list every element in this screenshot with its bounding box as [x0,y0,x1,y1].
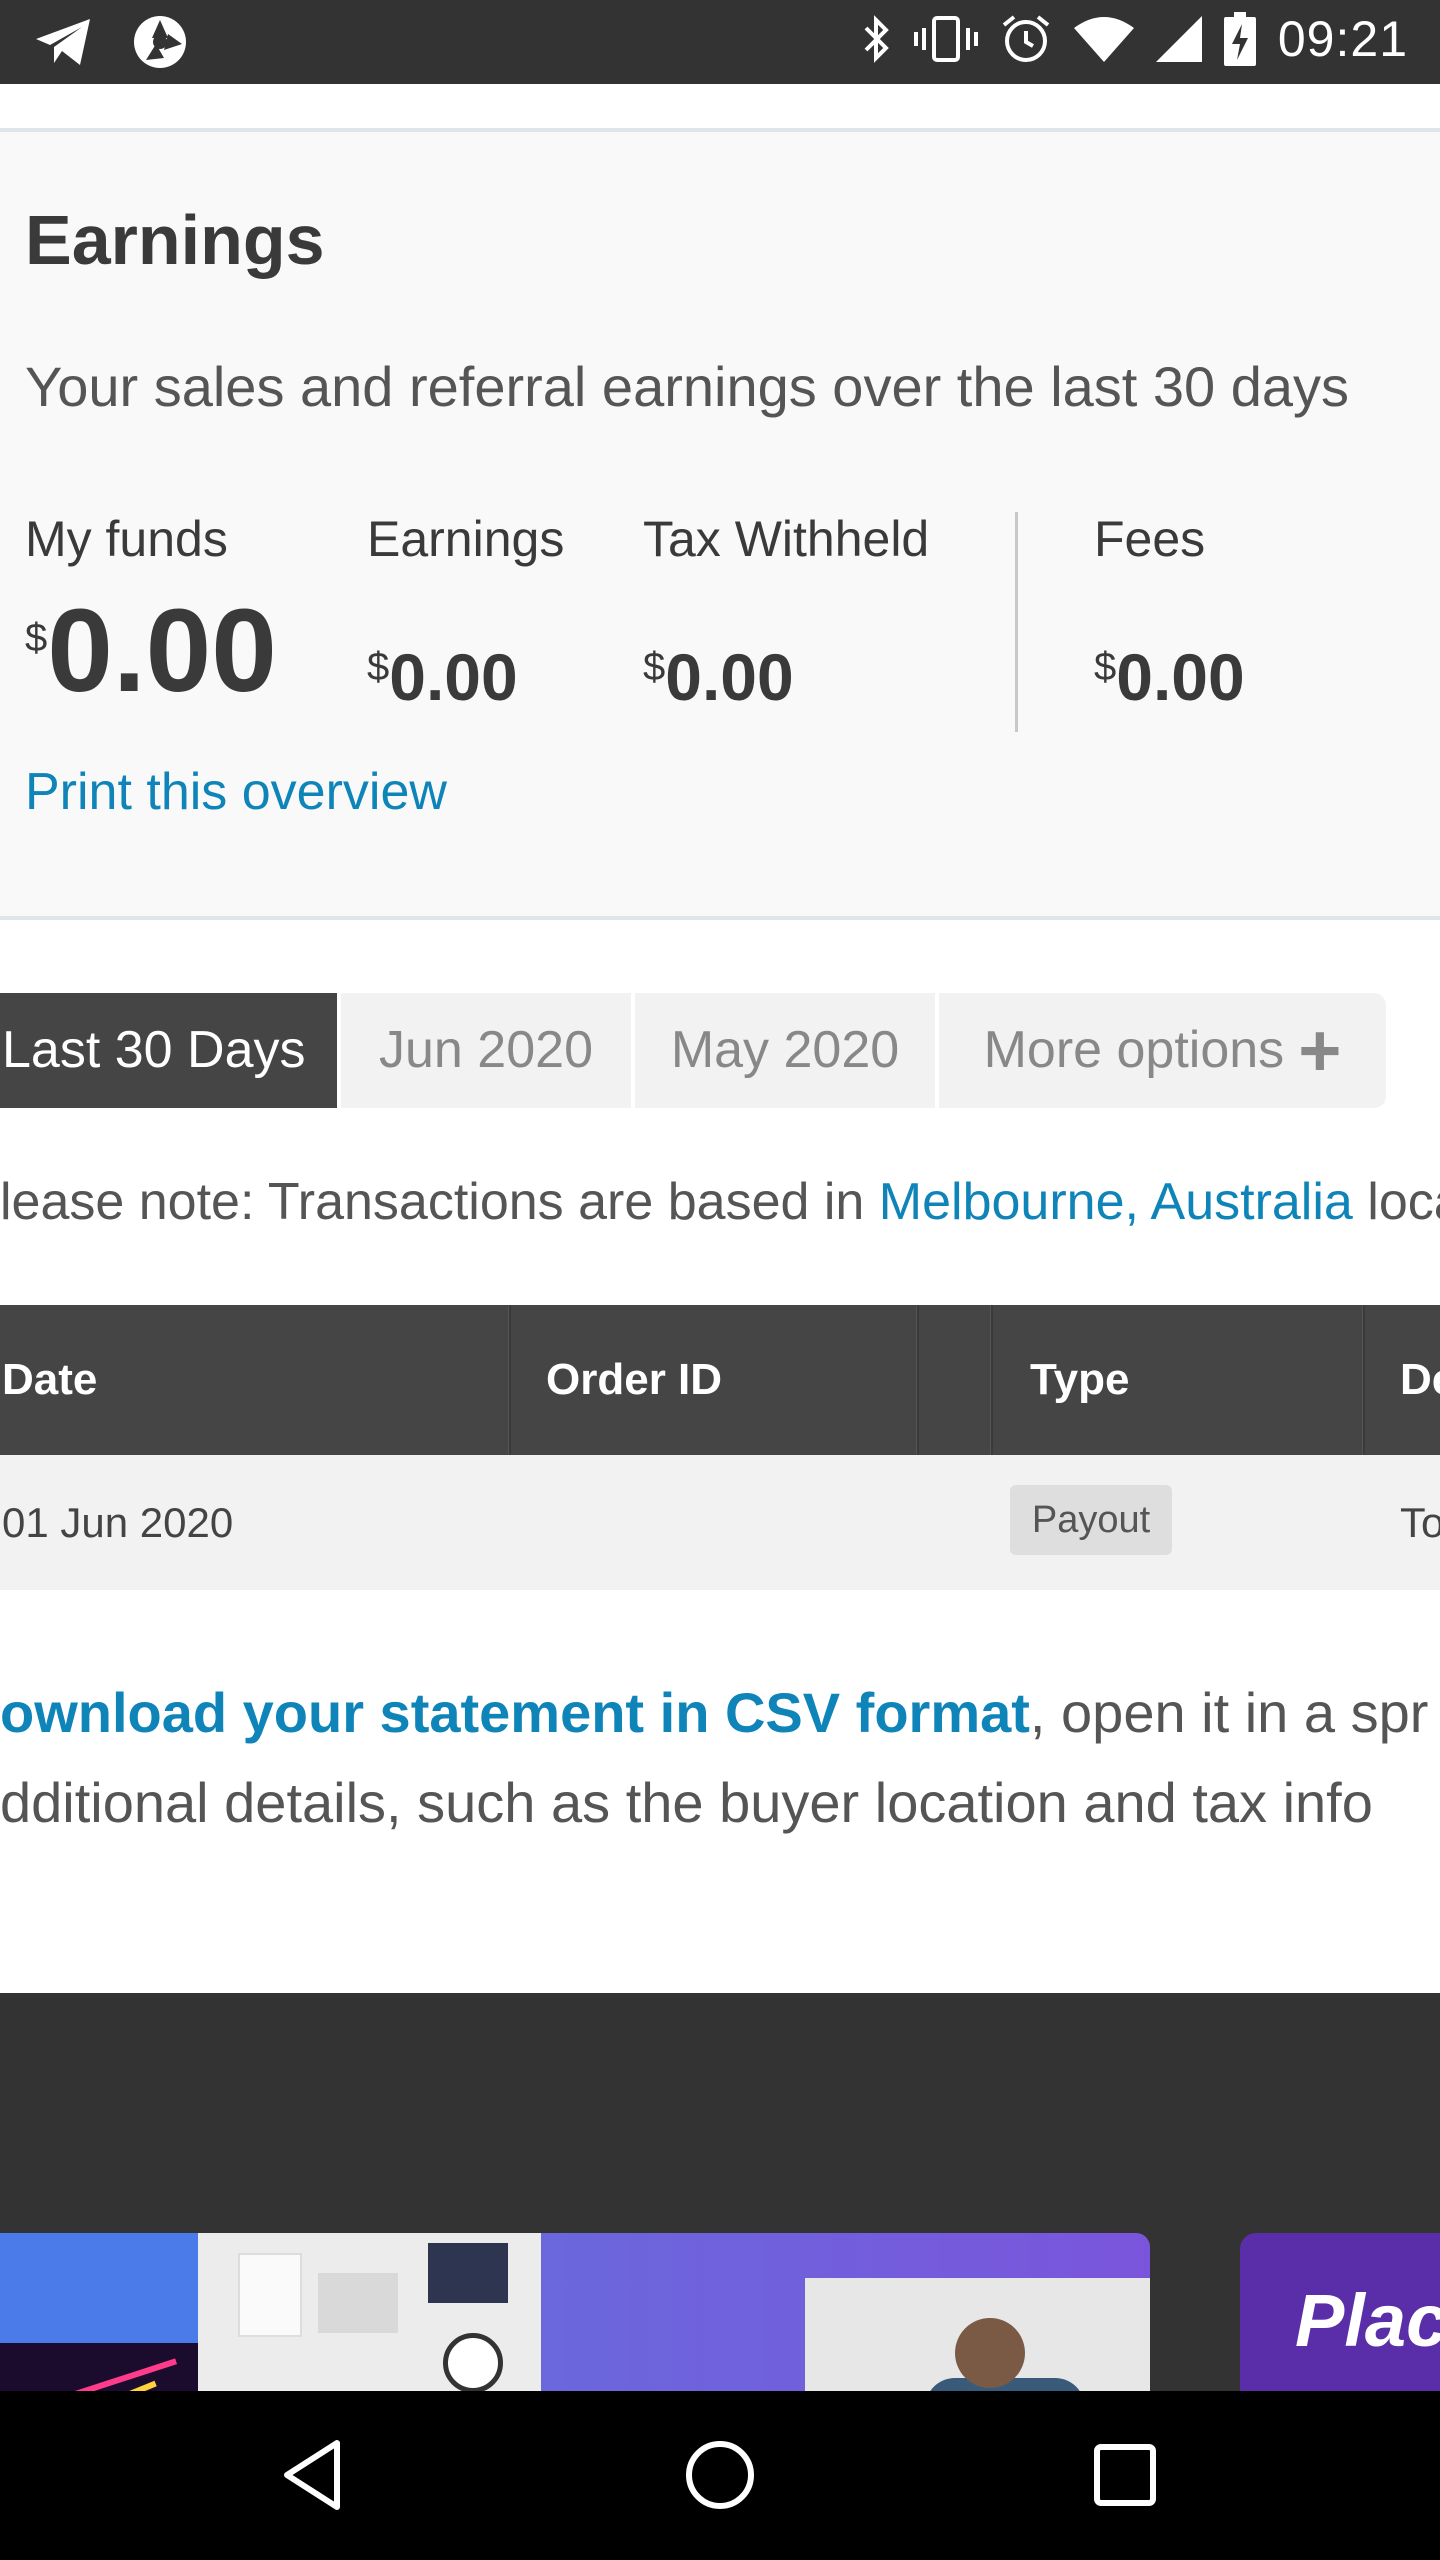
col-order-id[interactable]: Order ID [546,1305,722,1455]
promo-graphic [955,2318,1025,2388]
transactions-table: Date Order ID Type De 01 Jun 2020 Payout… [0,1305,1440,1590]
column-divider [916,1305,919,1455]
location-link[interactable]: Melbourne, Australia [879,1173,1353,1231]
promo-banner[interactable] [0,2233,1150,2391]
csv-info: ownload your statement in CSV format, op… [0,1668,1428,1848]
tax-withheld-value: $0.00 [643,644,794,720]
table-row[interactable]: 01 Jun 2020 Payout To [0,1455,1440,1590]
note-suffix: loca [1367,1173,1440,1231]
col-description[interactable]: De [1400,1305,1440,1455]
promo-graphic [238,2253,302,2337]
note-text: lease note: Transactions are based in [0,1173,879,1231]
promo-image [805,2278,1150,2391]
download-csv-link[interactable]: ownload your statement in CSV format [0,1681,1030,1744]
column-divider [508,1305,511,1455]
placeit-banner[interactable]: Plac [1240,2233,1440,2391]
my-funds-value: $0.00 [25,592,277,737]
promo-graphic [0,2233,198,2343]
csv-line-2: dditional details, such as the buyer loc… [0,1771,1373,1834]
plus-icon: + [1298,1008,1342,1092]
status-bar: 09:21 [0,0,1440,84]
promo-title: Plac [1295,2279,1440,2362]
earnings-amount: 0.00 [389,640,518,714]
vibrate-icon [913,14,978,64]
more-options-label: More options [983,1021,1285,1079]
watch-graphic [443,2333,503,2391]
promo-graphic [318,2273,398,2333]
my-funds-amount: 0.00 [47,585,277,717]
tax-withheld-amount: 0.00 [665,640,794,714]
footer: Plac [0,1993,1440,2391]
page-subtitle: Your sales and referral earnings over th… [25,355,1350,418]
timezone-note: lease note: Transactions are based in Me… [0,1172,1440,1232]
navigation-bar [0,2391,1440,2560]
clock: 09:21 [1277,11,1408,67]
tab-jun-2020[interactable]: Jun 2020 [341,993,631,1108]
bluetooth-icon [862,14,892,64]
cell-date: 01 Jun 2020 [2,1499,234,1546]
col-date[interactable]: Date [2,1305,97,1455]
table-header: Date Order ID Type De [0,1305,1440,1455]
wifi-icon [1073,16,1134,62]
fees-value: $0.00 [1094,644,1245,720]
col-type[interactable]: Type [1030,1305,1129,1455]
back-icon[interactable] [275,2435,355,2515]
print-overview-link[interactable]: Print this overview [25,762,447,822]
promo-image [198,2233,541,2391]
currency-symbol: $ [1094,645,1117,689]
cell-signal-icon [1155,16,1202,62]
period-tabs: Last 30 Days Jun 2020 May 2020 More opti… [0,993,1390,1108]
tab-last-30-days[interactable]: Last 30 Days [0,993,337,1108]
recents-icon[interactable] [1085,2435,1165,2515]
currency-symbol: $ [643,645,666,689]
page-title: Earnings [25,201,325,279]
stats-divider [1015,512,1018,732]
tax-withheld-label: Tax Withheld [643,511,930,567]
battery-charging-icon [1223,12,1256,66]
earnings-label: Earnings [367,511,565,567]
tab-may-2020[interactable]: May 2020 [635,993,935,1108]
aperture-icon [132,14,188,70]
tab-more-options[interactable]: More options + [939,993,1386,1108]
home-icon[interactable] [680,2435,760,2515]
column-divider [1362,1305,1365,1455]
currency-symbol: $ [367,645,390,689]
my-funds-label: My funds [25,511,228,567]
earnings-overview: Earnings Your sales and referral earning… [0,128,1440,920]
earnings-value: $0.00 [367,644,518,720]
cell-description: To [1400,1499,1440,1546]
promo-graphic [428,2243,508,2303]
csv-text: , open it in a spr [1029,1681,1429,1744]
type-badge: Payout [1010,1485,1172,1555]
currency-symbol: $ [25,616,48,660]
csv-line-1: ownload your statement in CSV format, op… [0,1668,1428,1758]
alarm-icon [1000,13,1052,65]
column-divider [990,1305,993,1455]
fees-amount: 0.00 [1116,640,1245,714]
fees-label: Fees [1094,511,1206,567]
telegram-icon [34,17,92,67]
